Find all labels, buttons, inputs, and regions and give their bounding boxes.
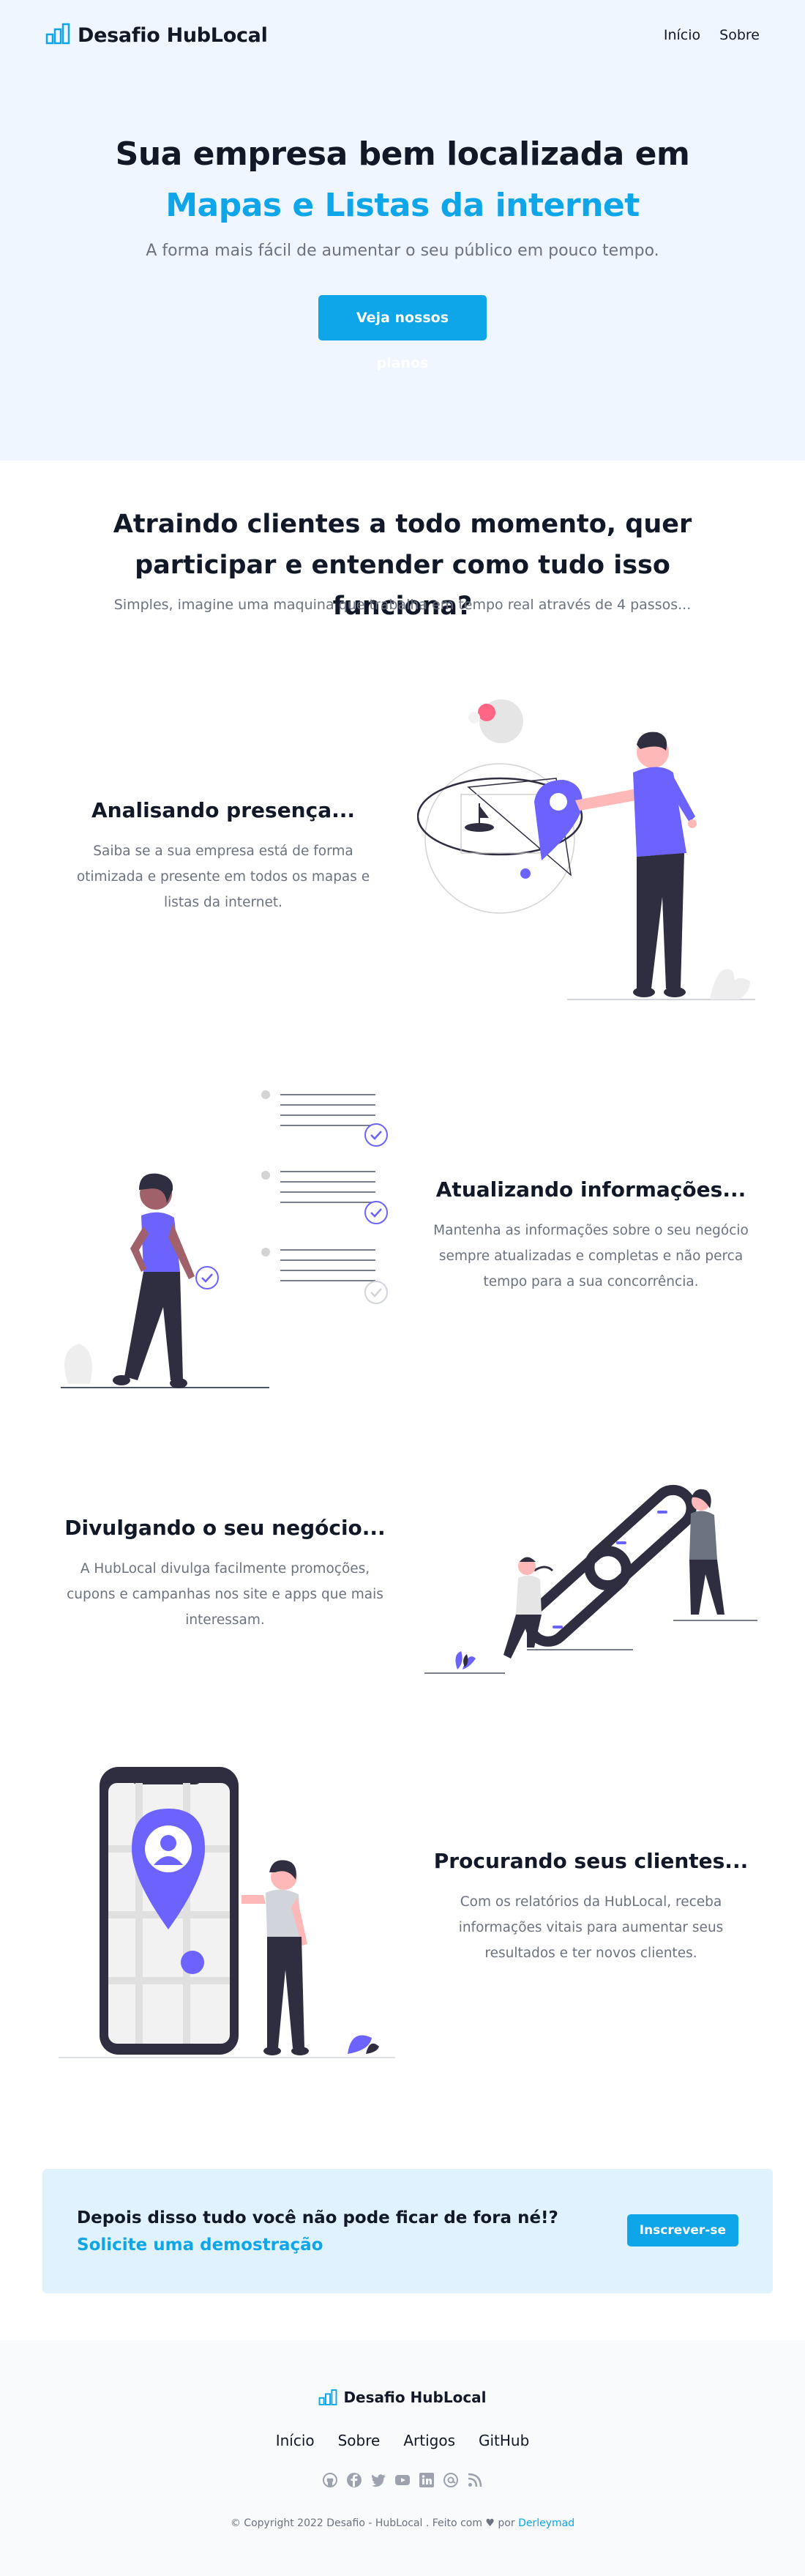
bar-chart-logo-icon (318, 2389, 337, 2406)
cta-question: Depois disso tudo você não pode ficar de… (77, 2208, 558, 2227)
hero-title: Sua empresa bem localizada em Mapas e Li… (0, 129, 805, 231)
updating-info-illustration (57, 1080, 394, 1395)
feature-text: Mantenha as informações sobre o seu negó… (433, 1223, 749, 1289)
footer-link-github[interactable]: GitHub (479, 2432, 529, 2449)
feature-updating: Atualizando informações... Mantenha as i… (417, 1177, 765, 1295)
footer-link-inicio[interactable]: Início (276, 2432, 315, 2449)
nav-link-sobre[interactable]: Sobre (719, 27, 760, 43)
email-icon[interactable] (443, 2472, 459, 2488)
nav-link-inicio[interactable]: Início (664, 27, 700, 43)
brand-link[interactable]: Desafio HubLocal (45, 23, 268, 48)
footer-brand-name: Desafio HubLocal (343, 2389, 487, 2406)
steps-subtitle: Simples, imagine uma maquina que trabalh… (113, 597, 692, 613)
social-icons (0, 2472, 805, 2488)
twitter-icon[interactable] (370, 2472, 386, 2488)
copyright-text: © Copyright 2022 Desafio - HubLocal . Fe… (230, 2517, 515, 2529)
rss-icon[interactable] (467, 2472, 483, 2488)
footer-nav: Início Sobre Artigos GitHub (0, 2432, 805, 2449)
feature-title: Procurando seus clientes... (433, 1849, 749, 1873)
footer-brand: Desafio HubLocal (0, 2389, 805, 2406)
feature-title: Analisando presença... (91, 798, 356, 822)
main-nav: Início Sobre (664, 27, 760, 43)
site-header: Desafio HubLocal Início Sobre (0, 0, 805, 70)
facebook-icon[interactable] (346, 2472, 362, 2488)
request-demo-link[interactable]: Solicite uma demostração (77, 2236, 323, 2255)
feature-text: Saiba se a sua empresa está de forma oti… (76, 844, 370, 910)
footer-link-artigos[interactable]: Artigos (403, 2432, 455, 2449)
feature-text: Com os relatórios da HubLocal, receba in… (458, 1894, 724, 1961)
feature-analyzing: Analisando presença... Saiba se a sua em… (44, 798, 402, 915)
subscribe-button[interactable]: Inscrever-se (626, 2214, 738, 2246)
hero-subtitle: A forma mais fácil de aumentar o seu púb… (146, 242, 659, 260)
feature-promoting: Divulgando o seu negócio... A HubLocal d… (59, 1516, 392, 1633)
hero-title-highlight: Mapas e Listas da internet (165, 187, 640, 224)
hero-title-line1: Sua empresa bem localizada em (115, 135, 690, 173)
see-plans-button[interactable]: Veja nossos planos (318, 295, 487, 371)
bar-chart-logo-icon (45, 23, 70, 48)
github-icon[interactable] (322, 2472, 338, 2488)
hero-section: Sua empresa bem localizada em Mapas e Li… (0, 70, 805, 461)
linkedin-icon[interactable] (419, 2472, 435, 2488)
feature-title: Divulgando o seu negócio... (64, 1516, 386, 1540)
feature-title: Atualizando informações... (435, 1177, 746, 1202)
footer-link-sobre[interactable]: Sobre (338, 2432, 381, 2449)
author-link[interactable]: Derleymad (518, 2517, 574, 2529)
analyzing-presence-illustration (416, 692, 761, 1003)
youtube-icon[interactable] (394, 2472, 411, 2488)
feature-searching: Procurando seus clientes... Com os relat… (417, 1849, 765, 1966)
promoting-business-illustration (424, 1475, 757, 1677)
finding-customers-illustration (59, 1761, 395, 2061)
copyright: © Copyright 2022 Desafio - HubLocal . Fe… (0, 2517, 805, 2529)
feature-text: A HubLocal divulga facilmente promoções,… (67, 1561, 383, 1628)
brand-name: Desafio HubLocal (78, 23, 268, 47)
site-footer: Desafio HubLocal Início Sobre Artigos Gi… (0, 2340, 805, 2576)
cta-banner: Depois disso tudo você não pode ficar de… (42, 2169, 773, 2293)
